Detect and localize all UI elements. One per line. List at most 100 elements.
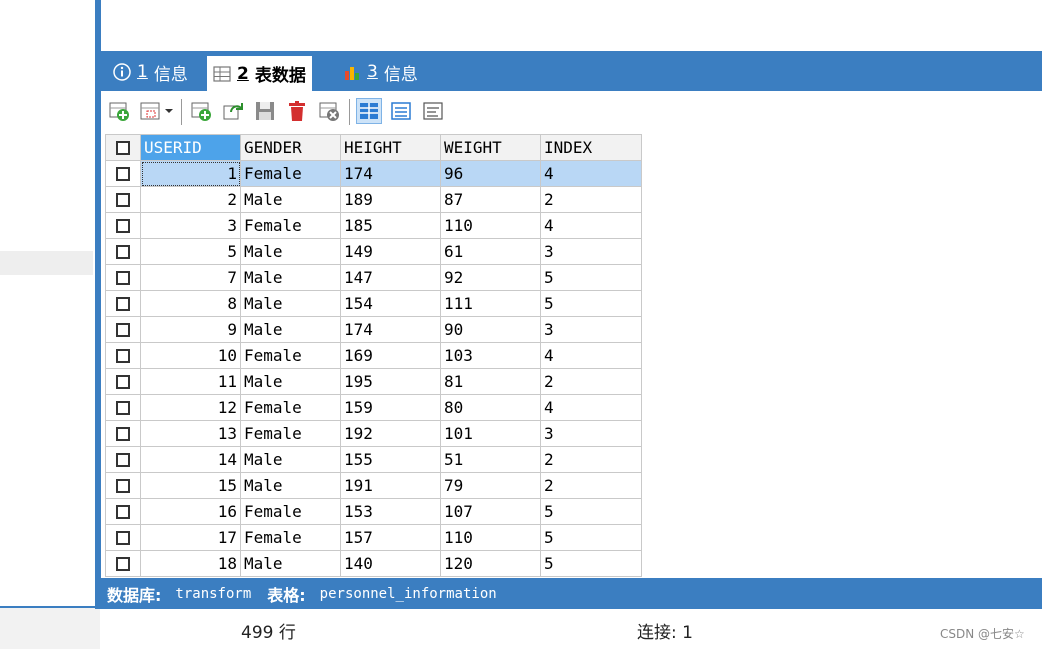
- column-header-height[interactable]: HEIGHT: [340, 134, 441, 161]
- row-checkbox[interactable]: [105, 420, 141, 447]
- index-cell[interactable]: 3: [540, 316, 642, 343]
- column-header-gender[interactable]: GENDER: [240, 134, 341, 161]
- column-header-weight[interactable]: WEIGHT: [440, 134, 541, 161]
- userid-cell[interactable]: 17: [140, 524, 241, 551]
- index-cell[interactable]: 5: [540, 264, 642, 291]
- weight-cell[interactable]: 61: [440, 238, 541, 265]
- weight-cell[interactable]: 81: [440, 368, 541, 395]
- height-cell[interactable]: 189: [340, 186, 441, 213]
- gender-cell[interactable]: Male: [240, 186, 341, 213]
- index-cell[interactable]: 5: [540, 290, 642, 317]
- height-cell[interactable]: 191: [340, 472, 441, 499]
- gender-cell[interactable]: Female: [240, 160, 341, 187]
- height-cell[interactable]: 185: [340, 212, 441, 239]
- weight-cell[interactable]: 90: [440, 316, 541, 343]
- row-checkbox[interactable]: [105, 550, 141, 577]
- gender-cell[interactable]: Female: [240, 420, 341, 447]
- row-checkbox[interactable]: [105, 264, 141, 291]
- gender-cell[interactable]: Male: [240, 368, 341, 395]
- gender-cell[interactable]: Female: [240, 498, 341, 525]
- userid-cell[interactable]: 1: [140, 160, 241, 187]
- height-cell[interactable]: 169: [340, 342, 441, 369]
- table-row[interactable]: 14 Male 155 51 2: [105, 446, 642, 473]
- gender-cell[interactable]: Male: [240, 550, 341, 577]
- index-cell[interactable]: 2: [540, 186, 642, 213]
- delete-icon[interactable]: [285, 99, 309, 123]
- gender-cell[interactable]: Male: [240, 472, 341, 499]
- remove-filter-icon[interactable]: [317, 99, 341, 123]
- height-cell[interactable]: 140: [340, 550, 441, 577]
- table-row[interactable]: 5 Male 149 61 3: [105, 238, 642, 265]
- weight-cell[interactable]: 92: [440, 264, 541, 291]
- weight-cell[interactable]: 51: [440, 446, 541, 473]
- userid-cell[interactable]: 10: [140, 342, 241, 369]
- row-checkbox[interactable]: [105, 290, 141, 317]
- row-checkbox[interactable]: [105, 160, 141, 187]
- weight-cell[interactable]: 110: [440, 212, 541, 239]
- weight-cell[interactable]: 120: [440, 550, 541, 577]
- index-cell[interactable]: 4: [540, 212, 642, 239]
- weight-cell[interactable]: 87: [440, 186, 541, 213]
- weight-cell[interactable]: 96: [440, 160, 541, 187]
- userid-cell[interactable]: 8: [140, 290, 241, 317]
- row-checkbox[interactable]: [105, 212, 141, 239]
- form-view-icon[interactable]: [389, 99, 413, 123]
- gender-cell[interactable]: Male: [240, 290, 341, 317]
- table-row[interactable]: 12 Female 159 80 4: [105, 394, 642, 421]
- userid-cell[interactable]: 11: [140, 368, 241, 395]
- userid-cell[interactable]: 18: [140, 550, 241, 577]
- table-row[interactable]: 17 Female 157 110 5: [105, 524, 642, 551]
- height-cell[interactable]: 174: [340, 160, 441, 187]
- height-cell[interactable]: 174: [340, 316, 441, 343]
- row-checkbox[interactable]: [105, 186, 141, 213]
- index-cell[interactable]: 3: [540, 238, 642, 265]
- table-row[interactable]: 16 Female 153 107 5: [105, 498, 642, 525]
- height-cell[interactable]: 147: [340, 264, 441, 291]
- gender-cell[interactable]: Female: [240, 212, 341, 239]
- weight-cell[interactable]: 101: [440, 420, 541, 447]
- gender-cell[interactable]: Male: [240, 316, 341, 343]
- index-cell[interactable]: 2: [540, 446, 642, 473]
- userid-cell[interactable]: 5: [140, 238, 241, 265]
- table-row[interactable]: 10 Female 169 103 4: [105, 342, 642, 369]
- row-checkbox[interactable]: [105, 472, 141, 499]
- height-cell[interactable]: 157: [340, 524, 441, 551]
- weight-cell[interactable]: 79: [440, 472, 541, 499]
- index-cell[interactable]: 5: [540, 524, 642, 551]
- gender-cell[interactable]: Female: [240, 394, 341, 421]
- userid-cell[interactable]: 12: [140, 394, 241, 421]
- weight-cell[interactable]: 103: [440, 342, 541, 369]
- row-checkbox[interactable]: [105, 394, 141, 421]
- table-row[interactable]: 3 Female 185 110 4: [105, 212, 642, 239]
- gender-cell[interactable]: Female: [240, 342, 341, 369]
- row-checkbox[interactable]: [105, 316, 141, 343]
- row-checkbox[interactable]: [105, 368, 141, 395]
- height-cell[interactable]: 153: [340, 498, 441, 525]
- tab-table-data[interactable]: 2 表数据: [207, 56, 312, 91]
- userid-cell[interactable]: 3: [140, 212, 241, 239]
- table-row[interactable]: 1 Female 174 96 4: [105, 160, 642, 187]
- weight-cell[interactable]: 107: [440, 498, 541, 525]
- row-checkbox[interactable]: [105, 524, 141, 551]
- row-options-icon[interactable]: [139, 99, 175, 123]
- grid-view-icon[interactable]: [356, 98, 382, 124]
- userid-cell[interactable]: 16: [140, 498, 241, 525]
- weight-cell[interactable]: 80: [440, 394, 541, 421]
- userid-cell[interactable]: 14: [140, 446, 241, 473]
- table-row-partial[interactable]: 18 Male 140 120 5: [105, 550, 642, 577]
- userid-cell[interactable]: 2: [140, 186, 241, 213]
- table-row[interactable]: 15 Male 191 79 2: [105, 472, 642, 499]
- table-row[interactable]: 7 Male 147 92 5: [105, 264, 642, 291]
- index-cell[interactable]: 3: [540, 420, 642, 447]
- weight-cell[interactable]: 111: [440, 290, 541, 317]
- tab-info-1[interactable]: 1 信息: [107, 56, 194, 88]
- row-checkbox[interactable]: [105, 238, 141, 265]
- weight-cell[interactable]: 110: [440, 524, 541, 551]
- save-icon[interactable]: [253, 99, 277, 123]
- height-cell[interactable]: 195: [340, 368, 441, 395]
- row-checkbox[interactable]: [105, 498, 141, 525]
- height-cell[interactable]: 159: [340, 394, 441, 421]
- refresh-icon[interactable]: [221, 99, 245, 123]
- gender-cell[interactable]: Male: [240, 264, 341, 291]
- table-row[interactable]: 8 Male 154 111 5: [105, 290, 642, 317]
